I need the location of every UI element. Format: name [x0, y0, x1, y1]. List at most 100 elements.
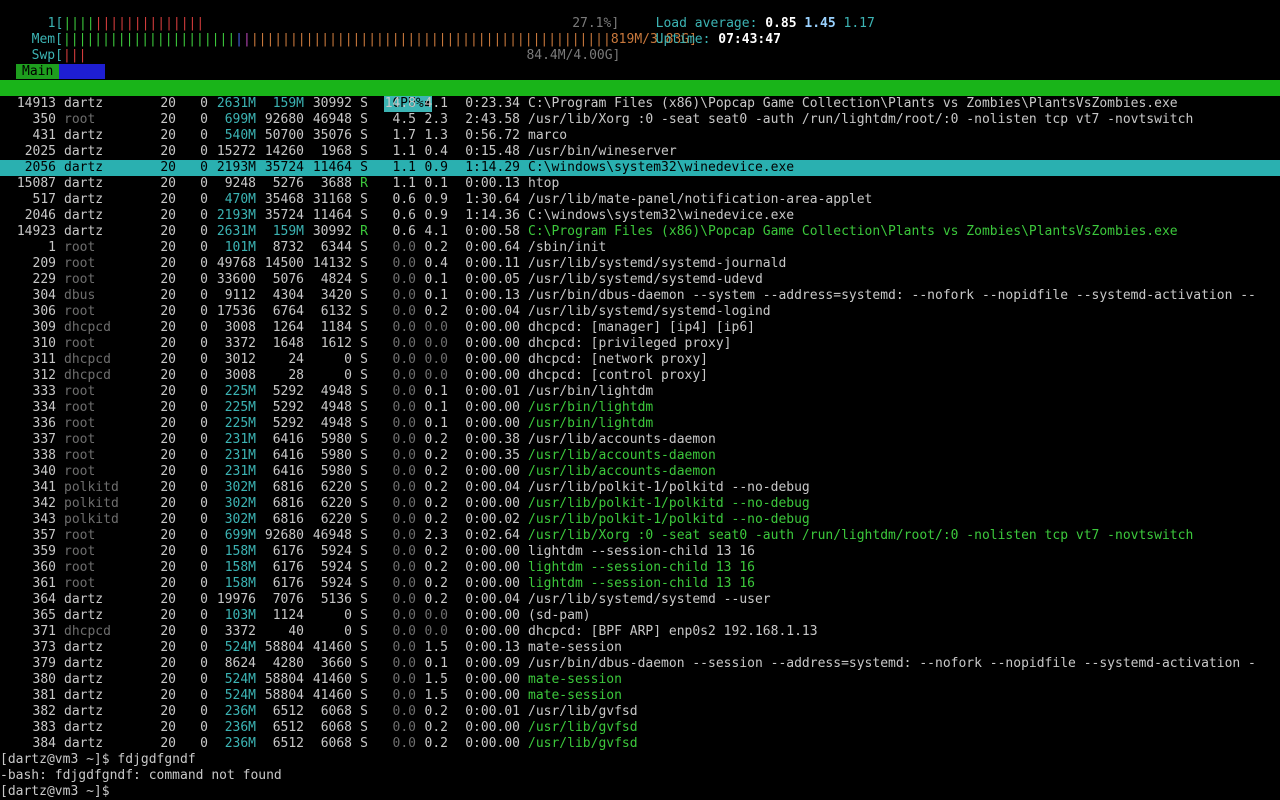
process-row[interactable]: 304 dbus 20 0 9112 4304 3420 S 0.0 0.1 0:00.13/usr…: [0, 288, 1280, 304]
process-row[interactable]: 350 root 20 0 699M 92680 46948 S 4.5 2.3 2:43.58/u…: [0, 112, 1280, 128]
process-row[interactable]: 364 dartz 20 0 19976 7076 5136 S 0.0 0.2 0:00.04/u…: [0, 592, 1280, 608]
process-shr: 41460: [312, 640, 352, 655]
shell-prompt[interactable]: [dartz@vm3 ~]$: [0, 784, 117, 800]
tab-io[interactable]: I/O: [59, 64, 106, 79]
process-pri: 20: [160, 560, 176, 575]
process-row[interactable]: 1 root 20 0 101M 8732 6344 S 0.0 0.2 0:00.64/sbin/…: [0, 240, 1280, 256]
process-cpu: 0.0: [392, 240, 416, 255]
process-row[interactable]: 365 dartz 20 0 103M 1124 0 S 0.0 0.0 0:00.00 (sd-pa…: [0, 608, 1280, 624]
process-time: 0:00.05: [465, 272, 520, 287]
process-mem: 0.0: [424, 320, 448, 335]
process-virt: 302M: [224, 480, 256, 495]
process-time: 0:00.00: [465, 336, 520, 351]
process-s: S: [360, 128, 368, 143]
process-cmd: /usr/lib/polkit-1/polkitd --no-debug: [528, 496, 810, 511]
process-pri: 20: [160, 368, 176, 383]
process-user: root: [64, 240, 96, 255]
process-row[interactable]: 209 root 20 0 49768 14500 14132 S 0.0 0.4 0:00.11 /…: [0, 256, 1280, 272]
process-cmd: /usr/lib/Xorg :0 -seat seat0 -auth /run/…: [528, 112, 1194, 127]
process-user: dartz: [64, 704, 104, 719]
process-shr: 4948: [320, 384, 352, 399]
process-row[interactable]: 360 root 20 0 158M 6176 5924 S 0.0 0.2 0:00.00 ligh…: [0, 560, 1280, 576]
process-cmd: /usr/lib/gvfsd: [528, 736, 638, 751]
process-res: 58804: [264, 640, 304, 655]
process-row[interactable]: 373 dartz 20 0 524M 58804 41460 S 0.0 1.5 0:00.13 m…: [0, 640, 1280, 656]
process-row[interactable]: 309 dhcpcd 20 0 3008 1264 1184 S 0.0 0.0 0:00.00 dh…: [0, 320, 1280, 336]
process-row[interactable]: 334 root 20 0 225M 5292 4948 S 0.0 0.1 0:00.00/usr…: [0, 400, 1280, 416]
process-row[interactable]: 383 dartz 20 0 236M 6512 6068 S 0.0 0.2 0:00.00/us…: [0, 720, 1280, 736]
process-res: 6512: [272, 720, 304, 735]
process-row[interactable]: 2056 dartz 20 0 2193M 35724 11464 S 1.1 0.9 1:14.2…: [0, 160, 1280, 176]
process-row[interactable]: 229 root 20 0 33600 5076 4824 S 0.0 0.1 0:00.05/us…: [0, 272, 1280, 288]
process-ni: 0: [200, 112, 208, 127]
process-row[interactable]: 338 root 20 0 231M 6416 5980 S 0.0 0.2 0:00.35/usr…: [0, 448, 1280, 464]
process-pid: 342: [32, 496, 56, 511]
process-pri: 20: [160, 288, 176, 303]
process-row[interactable]: 382 dartz 20 0 236M 6512 6068 S 0.0 0.2 0:00.01/us…: [0, 704, 1280, 720]
process-row[interactable]: 15087 dartz 20 0 9248 5276 3688 R 1.1 0.1 0:00.13 h…: [0, 176, 1280, 192]
process-mem: 0.1: [424, 400, 448, 415]
process-pri: 20: [160, 112, 176, 127]
process-s: S: [360, 672, 368, 687]
process-row[interactable]: 14923 dartz 20 0 2631M 159M 30992 R 0.6 4.1 0:00.5…: [0, 224, 1280, 240]
process-user: root: [64, 336, 96, 351]
process-mem: 0.9: [424, 208, 448, 223]
process-row[interactable]: 2025 dartz 20 0 15272 14260 1968 S 1.1 0.4 0:15.48…: [0, 144, 1280, 160]
process-row[interactable]: 14913 dartz 20 0 2631M 159M 30992 S 14.8 4.1 0:23.…: [0, 96, 1280, 112]
process-row[interactable]: 359 root 20 0 158M 6176 5924 S 0.0 0.2 0:00.00 ligh…: [0, 544, 1280, 560]
process-res: 1264: [272, 320, 304, 335]
process-row[interactable]: 361 root 20 0 158M 6176 5924 S 0.0 0.2 0:00.00 ligh…: [0, 576, 1280, 592]
process-s: S: [360, 256, 368, 271]
process-cpu: 0.0: [392, 656, 416, 671]
process-row[interactable]: 431 dartz 20 0 540M 50700 35076 S 1.7 1.3 0:56.72 m…: [0, 128, 1280, 144]
process-row[interactable]: 517 dartz 20 0 470M 35468 31168 S 0.6 0.9 1:30.64 /…: [0, 192, 1280, 208]
process-row[interactable]: 337 root 20 0 231M 6416 5980 S 0.0 0.2 0:00.38/usr…: [0, 432, 1280, 448]
process-res: 159M: [272, 224, 304, 239]
process-user: root: [64, 544, 96, 559]
process-pid: 373: [32, 640, 56, 655]
process-cmd: (sd-pam): [528, 608, 591, 623]
process-virt: 158M: [224, 560, 256, 575]
process-mem: 0.9: [424, 192, 448, 207]
process-pri: 20: [160, 240, 176, 255]
process-res: 6176: [272, 544, 304, 559]
process-virt: 9112: [224, 288, 256, 303]
process-row[interactable]: 357 root 20 0 699M 92680 46948 S 0.0 2.3 0:02.64/u…: [0, 528, 1280, 544]
tab-main[interactable]: Main: [16, 64, 60, 79]
process-row[interactable]: 336 root 20 0 225M 5292 4948 S 0.0 0.1 0:00.00/usr…: [0, 416, 1280, 432]
process-row[interactable]: 2046 dartz 20 0 2193M 35724 11464 S 0.6 0.9 1:14.3…: [0, 208, 1280, 224]
process-row[interactable]: 384 dartz 20 0 236M 6512 6068 S 0.0 0.2 0:00.00/us…: [0, 736, 1280, 752]
process-cpu: 0.0: [392, 480, 416, 495]
process-row[interactable]: 312 dhcpcd 20 0 3008 28 0 S 0.0 0.0 0:00.00 dhcpcd:…: [0, 368, 1280, 384]
process-shr: 41460: [312, 688, 352, 703]
process-row[interactable]: 310 root 20 0 3372 1648 1612 S 0.0 0.0 0:00.00 dhcp…: [0, 336, 1280, 352]
process-s: S: [360, 192, 368, 207]
process-pid: 365: [32, 608, 56, 623]
process-res: 14500: [264, 256, 304, 271]
process-res: 6764: [272, 304, 304, 319]
process-s: S: [360, 464, 368, 479]
process-row[interactable]: 379 dartz 20 0 8624 4280 3660 S 0.0 0.1 0:00.09/us…: [0, 656, 1280, 672]
process-row[interactable]: 342 polkitd 20 0 302M 6816 6220 S 0.0 0.2 0:00.00 /…: [0, 496, 1280, 512]
process-res: 4280: [272, 656, 304, 671]
process-row[interactable]: 380 dartz 20 0 524M 58804 41460 S 0.0 1.5 0:00.00 m…: [0, 672, 1280, 688]
process-row[interactable]: 306 root 20 0 17536 6764 6132 S 0.0 0.2 0:00.04/us…: [0, 304, 1280, 320]
process-row[interactable]: 340 root 20 0 231M 6416 5980 S 0.0 0.2 0:00.00/usr…: [0, 464, 1280, 480]
process-row[interactable]: 381 dartz 20 0 524M 58804 41460 S 0.0 1.5 0:00.00 m…: [0, 688, 1280, 704]
process-s: S: [360, 528, 368, 543]
process-mem: 0.2: [424, 240, 448, 255]
process-cpu: 0.0: [392, 400, 416, 415]
process-time: 0:00.00: [465, 608, 520, 623]
process-pri: 20: [160, 640, 176, 655]
process-row[interactable]: 343 polkitd 20 0 302M 6816 6220 S 0.0 0.2 0:00.02 /…: [0, 512, 1280, 528]
process-user: root: [64, 304, 96, 319]
process-row[interactable]: 333 root 20 0 225M 5292 4948 S 0.0 0.1 0:00.01/usr…: [0, 384, 1280, 400]
process-ni: 0: [200, 592, 208, 607]
process-row[interactable]: 371 dhcpcd 20 0 3372 40 0 S 0.0 0.0 0:00.00 dhcpcd:…: [0, 624, 1280, 640]
process-ni: 0: [200, 336, 208, 351]
process-row[interactable]: 311 dhcpcd 20 0 3012 24 0 S 0.0 0.0 0:00.00 dhcpcd:…: [0, 352, 1280, 368]
process-time: 0:00.00: [465, 672, 520, 687]
process-row[interactable]: 341 polkitd 20 0 302M 6816 6220 S 0.0 0.2 0:00.04 /…: [0, 480, 1280, 496]
process-cmd: /usr/lib/gvfsd: [528, 720, 638, 735]
process-cpu: 0.0: [392, 352, 416, 367]
